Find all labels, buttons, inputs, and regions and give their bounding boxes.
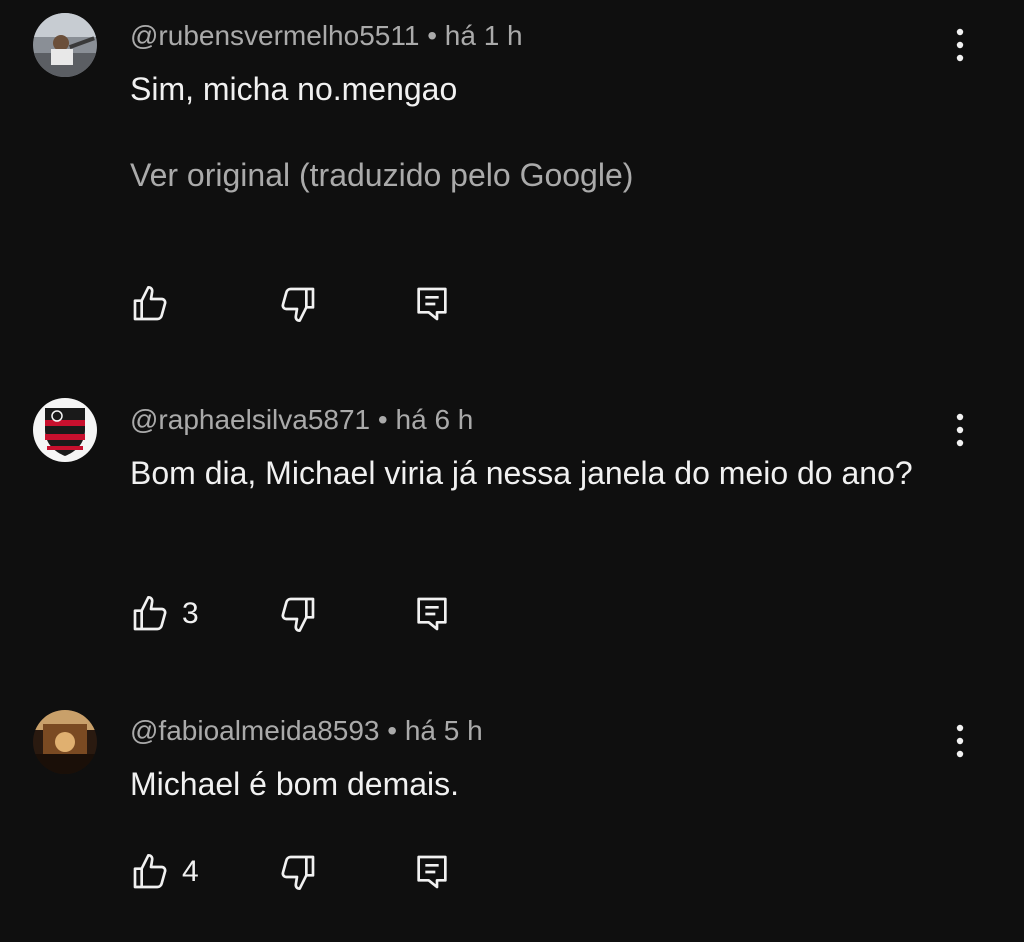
thumbs-down-icon (281, 287, 315, 322)
dislike-button[interactable] (278, 592, 318, 636)
see-original-link[interactable]: Ver original (traduzido pelo Google) (130, 157, 633, 194)
avatar[interactable] (33, 710, 97, 774)
like-count: 3 (182, 597, 199, 630)
thumbs-up-icon (133, 286, 167, 321)
timestamp: há 5 h (404, 715, 483, 746)
comment-actions (130, 282, 490, 326)
thumbs-up-icon (133, 854, 167, 889)
more-options-button[interactable] (940, 410, 980, 450)
separator: • (427, 20, 437, 51)
separator: • (387, 715, 398, 746)
more-vert-icon (956, 724, 964, 758)
reply-button[interactable] (412, 592, 452, 636)
comment-text: Michael é bom demais. (130, 766, 460, 802)
more-vert-icon (956, 28, 964, 62)
more-vert-icon (956, 413, 964, 447)
reply-button[interactable] (412, 282, 452, 326)
thumbs-down-icon (281, 855, 315, 890)
comment-meta: @rubensvermelho5511 • há 1 h (130, 20, 523, 52)
comment-actions: 4 (130, 850, 490, 894)
timestamp: há 1 h (444, 20, 523, 51)
avatar[interactable] (33, 398, 97, 462)
reply-icon (417, 855, 447, 889)
reply-icon (417, 287, 447, 321)
more-options-button[interactable] (940, 721, 980, 761)
like-count: 4 (182, 855, 199, 888)
like-button[interactable]: 3 (130, 592, 199, 636)
reply-button[interactable] (412, 850, 452, 894)
thumbs-up-icon (133, 596, 167, 631)
more-options-button[interactable] (940, 25, 980, 65)
like-button[interactable]: 4 (130, 850, 199, 894)
comment-text: Sim, micha no.mengao (130, 71, 458, 107)
comment-meta: @raphaelsilva5871 • há 6 h (130, 404, 473, 436)
timestamp: há 6 h (395, 404, 474, 435)
separator: • (377, 404, 388, 435)
comment-actions: 3 (130, 592, 490, 636)
comment-text: Bom dia, Michael viria já nessa janela d… (130, 455, 913, 491)
author-name[interactable]: @raphaelsilva5871 (130, 404, 370, 435)
dislike-button[interactable] (278, 850, 318, 894)
dislike-button[interactable] (278, 282, 318, 326)
thumbs-down-icon (281, 597, 315, 632)
reply-icon (417, 597, 447, 631)
like-button[interactable] (130, 282, 170, 326)
author-name[interactable]: @fabioalmeida8593 (130, 715, 379, 746)
avatar[interactable] (33, 13, 97, 77)
comment-meta: @fabioalmeida8593 • há 5 h (130, 715, 483, 747)
author-name[interactable]: @rubensvermelho5511 (130, 20, 419, 51)
